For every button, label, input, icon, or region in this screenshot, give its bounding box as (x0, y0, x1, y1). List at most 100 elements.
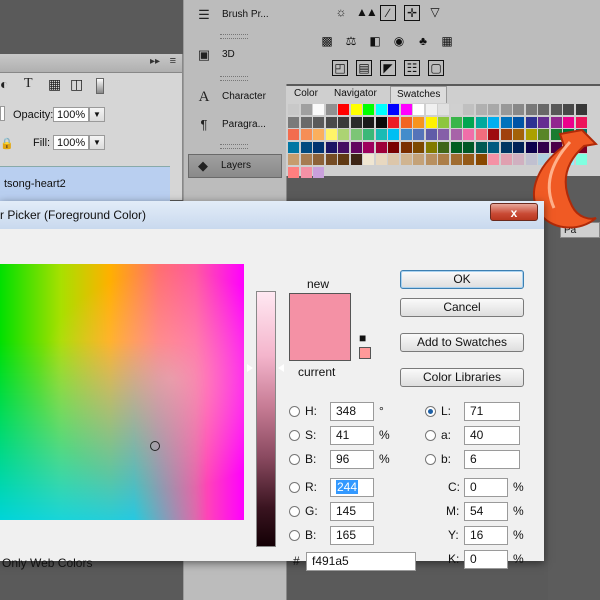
opacity-dropdown-arrow[interactable]: ▼ (89, 107, 105, 122)
color-swatch[interactable] (425, 141, 437, 153)
color-swatch[interactable] (413, 141, 424, 153)
color-swatch[interactable] (375, 141, 387, 153)
color-swatch[interactable] (488, 116, 499, 128)
color-swatch[interactable] (413, 104, 424, 115)
color-swatch[interactable] (475, 141, 487, 153)
color-swatch[interactable] (525, 104, 537, 115)
color-swatch[interactable] (513, 104, 524, 115)
color-swatch[interactable] (563, 104, 574, 115)
color-swatch[interactable] (363, 104, 374, 115)
color-swatch[interactable] (500, 129, 512, 140)
photo-filter-icon[interactable]: ◉ (392, 34, 406, 48)
color-swatch[interactable] (313, 116, 324, 128)
magenta-input[interactable]: 54 (464, 502, 508, 521)
color-swatch[interactable] (538, 104, 549, 115)
color-swatch[interactable] (300, 104, 312, 115)
fill-input[interactable]: 100% (53, 135, 89, 150)
color-swatch[interactable] (388, 154, 399, 165)
color-swatch[interactable] (413, 154, 424, 165)
b-input[interactable]: 6 (464, 450, 520, 469)
color-swatch[interactable] (350, 129, 362, 140)
color-swatch[interactable] (325, 104, 337, 115)
shape-filter-icon[interactable]: ▦ (48, 76, 61, 93)
color-swatch[interactable] (388, 116, 399, 128)
color-slider[interactable] (256, 291, 276, 547)
color-swatch[interactable] (325, 141, 337, 153)
color-swatch[interactable] (413, 129, 424, 140)
brush-presets-panel-button[interactable]: ☰ Brush Pr... (190, 4, 280, 26)
saturation-input[interactable]: 41 (330, 426, 374, 445)
color-swatch[interactable] (450, 129, 462, 140)
radio-brightness[interactable] (289, 454, 300, 465)
invert-icon[interactable]: ◰ (332, 60, 348, 76)
color-swatch[interactable] (463, 116, 474, 128)
color-swatch[interactable] (375, 104, 387, 115)
color-swatch[interactable] (300, 116, 312, 128)
add-to-swatches-button[interactable]: Add to Swatches (400, 333, 524, 352)
tab-color[interactable]: Color (288, 86, 324, 102)
color-swatch[interactable] (475, 104, 487, 115)
color-swatch[interactable] (438, 154, 449, 165)
brightness-input[interactable]: 96 (330, 450, 374, 469)
type-filter-icon[interactable]: T (24, 76, 33, 92)
layers-panel-button[interactable]: ◆ Layers (188, 154, 282, 178)
gradient-map-icon[interactable]: ▢ (428, 60, 444, 76)
color-swatch[interactable] (338, 104, 349, 115)
radio-red[interactable] (289, 482, 300, 493)
color-swatch[interactable] (550, 104, 562, 115)
close-button[interactable]: x (490, 203, 538, 221)
black-white-icon[interactable]: ◧ (368, 34, 382, 48)
curves-icon[interactable]: ∕ (380, 5, 396, 21)
color-swatch[interactable] (313, 129, 324, 140)
red-input[interactable]: 244 (330, 478, 374, 497)
lightness-input[interactable]: 71 (464, 402, 520, 421)
radio-green[interactable] (289, 506, 300, 517)
lock-icon[interactable]: 🔒 (0, 137, 14, 150)
color-swatch[interactable] (313, 166, 324, 178)
color-swatch[interactable] (350, 104, 362, 115)
cancel-button[interactable]: Cancel (400, 298, 524, 317)
current-color-swatch[interactable] (289, 327, 351, 361)
color-swatch[interactable] (438, 104, 449, 115)
color-swatch[interactable] (463, 154, 474, 165)
color-swatch[interactable] (300, 166, 312, 178)
color-swatch[interactable] (300, 141, 312, 153)
color-field-cursor[interactable] (150, 441, 160, 451)
color-swatch[interactable] (575, 104, 587, 115)
color-swatch[interactable] (363, 116, 374, 128)
color-swatch[interactable] (338, 154, 349, 165)
radio-saturation[interactable] (289, 430, 300, 441)
radio-b[interactable] (425, 454, 436, 465)
color-swatch[interactable] (488, 141, 499, 153)
color-swatch[interactable] (350, 141, 362, 153)
radio-lightness[interactable] (425, 406, 436, 417)
panel-menu-icon[interactable]: ≡ (170, 55, 176, 67)
color-swatch[interactable] (288, 129, 299, 140)
color-swatch[interactable] (488, 104, 499, 115)
threshold-icon[interactable]: ◤ (380, 60, 396, 76)
color-swatch[interactable] (463, 129, 474, 140)
green-input[interactable]: 145 (330, 502, 374, 521)
color-swatch[interactable] (500, 116, 512, 128)
color-swatch[interactable] (288, 116, 299, 128)
color-swatch[interactable] (375, 116, 387, 128)
color-swatch[interactable] (363, 154, 374, 165)
color-swatch[interactable] (313, 154, 324, 165)
character-panel-button[interactable]: A Character (190, 86, 280, 108)
color-swatch[interactable] (400, 104, 412, 115)
color-swatch[interactable] (338, 129, 349, 140)
slider-handle-right[interactable] (278, 364, 284, 372)
color-swatch[interactable] (400, 141, 412, 153)
paragraph-panel-button[interactable]: ¶ Paragra... (190, 114, 280, 136)
smart-object-filter-icon[interactable]: ◫ (70, 76, 83, 93)
color-swatch[interactable] (300, 154, 312, 165)
color-swatch[interactable] (500, 141, 512, 153)
color-swatch[interactable] (288, 166, 299, 178)
filter-toggle-switch[interactable] (96, 78, 104, 94)
color-swatch[interactable] (363, 129, 374, 140)
dialog-titlebar[interactable]: r Picker (Foreground Color) (0, 201, 544, 230)
color-swatch[interactable] (450, 104, 462, 115)
radio-a[interactable] (425, 430, 436, 441)
hex-input[interactable]: f491a5 (306, 552, 416, 571)
color-swatch[interactable] (413, 116, 424, 128)
